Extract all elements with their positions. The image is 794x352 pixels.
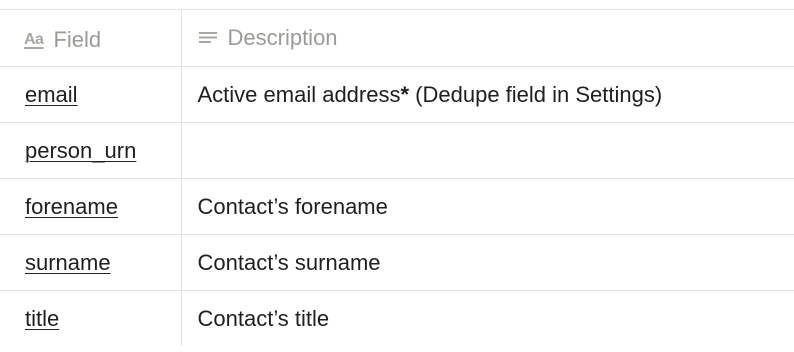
field-cell: surname [0,234,182,291]
text-lines-icon [198,31,217,43]
field-link[interactable]: title [25,306,59,331]
description-cell[interactable]: Contact’s surname [181,234,794,291]
description-cell[interactable] [181,122,794,179]
table-row[interactable]: surname Contact’s surname [0,234,794,291]
table-row[interactable]: title Contact’s title [0,290,794,346]
column-header-field-label: Field [53,26,102,52]
table-row[interactable]: email Active email address* (Dedupe fiel… [0,66,794,123]
table-header-row: Aa Field Description [0,9,794,67]
column-header-description-label: Description [227,24,338,50]
description-text: (Dedupe field in Settings) [409,81,663,107]
fields-table: Aa Field Description email Active email … [0,9,794,346]
table-row[interactable]: person_urn [0,122,794,179]
field-cell: email [0,66,182,123]
field-link[interactable]: email [25,82,78,107]
description-cell[interactable]: Active email address* (Dedupe field in S… [181,66,794,123]
column-header-description[interactable]: Description [181,9,794,67]
description-cell[interactable]: Contact’s forename [181,178,794,235]
field-link[interactable]: forename [25,194,118,219]
table-body: email Active email address* (Dedupe fiel… [0,66,794,346]
description-text: Contact’s title [197,305,330,331]
field-link[interactable]: surname [25,250,111,275]
field-cell: forename [0,178,182,235]
field-link[interactable]: person_urn [25,138,136,163]
table-row[interactable]: forename Contact’s forename [0,178,794,235]
description-text: Contact’s forename [197,193,388,219]
description-cell[interactable]: Contact’s title [181,290,794,346]
description-text: Active email address [197,81,401,107]
text-type-icon: Aa [24,30,44,48]
description-text: Contact’s surname [197,249,381,275]
required-asterisk: * [400,81,410,107]
field-cell: title [0,290,182,346]
column-header-field[interactable]: Aa Field [0,9,182,67]
fields-table-container: Aa Field Description email Active email … [0,9,794,352]
field-cell: person_urn [0,122,182,179]
